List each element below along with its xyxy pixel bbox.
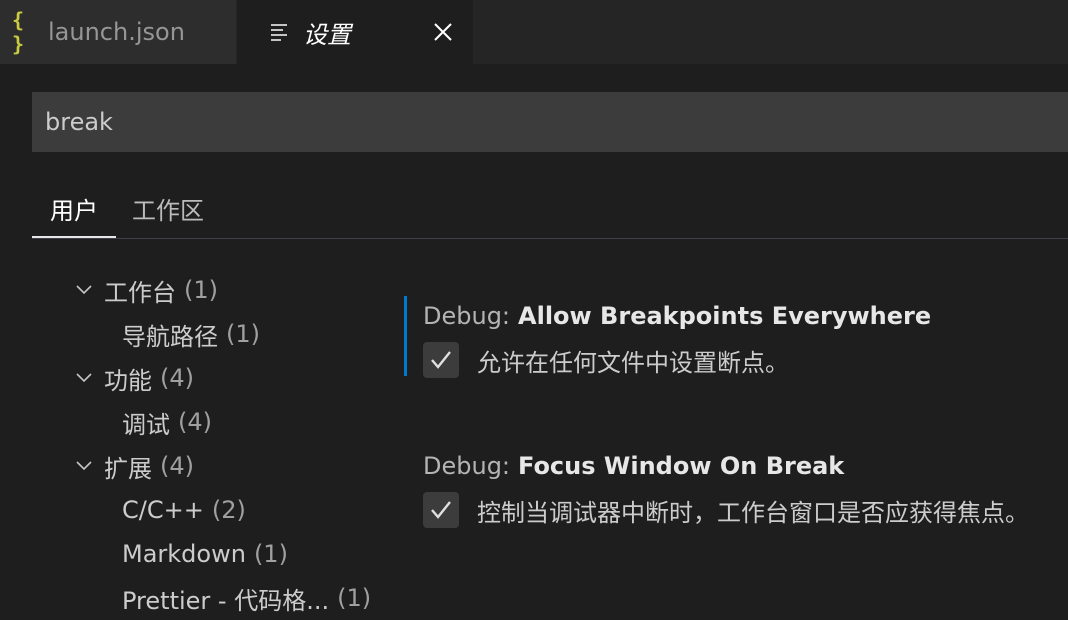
scope-tabs: 用户 工作区 — [32, 180, 1068, 239]
setting-title: Debug: Allow Breakpoints Everywhere — [423, 296, 931, 336]
search-input[interactable] — [43, 107, 1047, 137]
toc-item-features[interactable]: 功能 (4) — [74, 356, 194, 400]
toc-item-extensions[interactable]: 扩展 (4) — [74, 444, 194, 488]
setting-value-row: 控制当调试器中断时，工作台窗口是否应获得焦点。 — [423, 490, 1029, 530]
setting-checkbox[interactable] — [423, 342, 459, 378]
setting-value-row: 允许在任何文件中设置断点。 — [423, 340, 789, 380]
setting-category: Debug: — [423, 302, 511, 330]
tab-label: 设置 — [303, 20, 351, 49]
toc-count: (1) — [184, 276, 218, 304]
focus-indicator — [404, 296, 407, 376]
toc-label: 功能 — [104, 366, 152, 395]
settings-lines-icon — [271, 24, 289, 41]
setting-description: 允许在任何文件中设置断点。 — [477, 348, 789, 377]
setting-category: Debug: — [423, 452, 511, 480]
toc-item-breadcrumbs[interactable]: 导航路径 (1) — [122, 312, 260, 356]
toc-item-prettier[interactable]: Prettier - 代码格... (1) — [122, 576, 371, 620]
toc-count: (1) — [253, 540, 288, 568]
toc-count: (4) — [160, 364, 194, 392]
toc-label: 调试 — [122, 410, 170, 439]
chevron-down-icon — [76, 285, 92, 295]
toc-label: Prettier - 代码格... — [122, 586, 330, 615]
setting-description: 控制当调试器中断时，工作台窗口是否应获得焦点。 — [477, 498, 1029, 527]
toc-count: (1) — [337, 584, 372, 612]
toc-count: (4) — [178, 408, 212, 436]
tab-user[interactable]: 用户 — [32, 180, 116, 238]
setting-checkbox[interactable] — [423, 492, 459, 528]
settings-search-box — [32, 92, 1068, 152]
toc-label: C/C++ — [122, 496, 204, 524]
setting-name: Focus Window On Break — [518, 452, 845, 480]
toc-item-debug[interactable]: 调试 (4) — [122, 400, 212, 444]
setting-focus-window-on-break: Debug: Focus Window On Break 控制当调试器中断时，工… — [404, 446, 1068, 530]
toc-item-cpp[interactable]: C/C++ (2) — [122, 488, 246, 532]
toc-item-markdown[interactable]: Markdown (1) — [122, 532, 288, 576]
toc-label: Markdown — [122, 540, 246, 568]
chevron-down-icon — [76, 461, 92, 471]
chevron-down-icon — [76, 373, 92, 383]
tab-workspace[interactable]: 工作区 — [132, 180, 204, 236]
toc-label: 导航路径 — [122, 322, 218, 351]
toc-count: (1) — [226, 320, 260, 348]
toc-count: (4) — [160, 452, 194, 480]
tab-label: launch.json — [48, 18, 185, 46]
setting-allow-breakpoints-everywhere: Debug: Allow Breakpoints Everywhere 允许在任… — [404, 296, 1068, 380]
setting-title: Debug: Focus Window On Break — [423, 446, 844, 486]
checkmark-icon — [431, 351, 451, 369]
toc-item-workbench[interactable]: 工作台 (1) — [74, 268, 218, 312]
tab-settings[interactable]: 设置 — [237, 0, 473, 64]
toc-label: 扩展 — [104, 454, 152, 483]
toc-label: 工作台 — [104, 278, 176, 307]
setting-name: Allow Breakpoints Everywhere — [518, 302, 932, 330]
toc-count: (2) — [211, 496, 246, 524]
checkmark-icon — [431, 501, 451, 519]
json-icon: { } — [12, 8, 24, 56]
editor-tab-bar: { } launch.json 设置 — [0, 0, 1068, 64]
tab-launch-json[interactable]: { } launch.json — [0, 0, 237, 64]
close-icon[interactable] — [429, 18, 457, 46]
